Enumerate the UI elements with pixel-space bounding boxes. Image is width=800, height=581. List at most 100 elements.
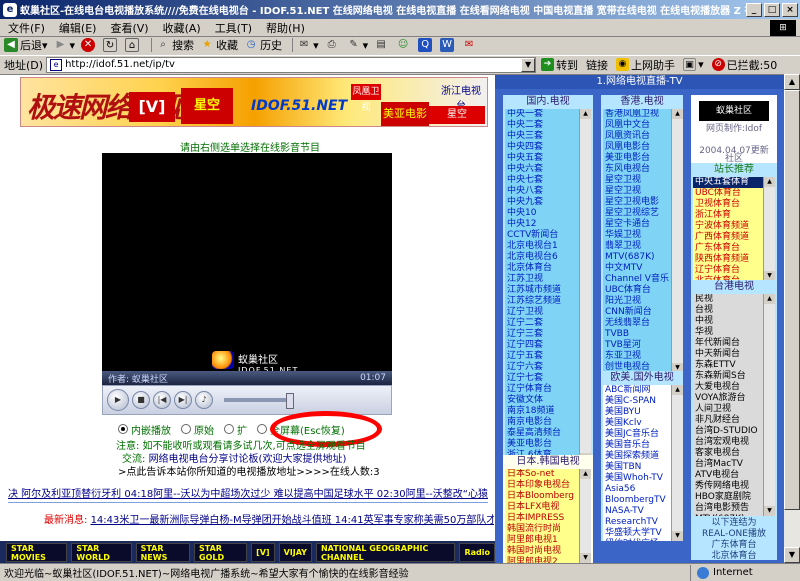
links-button[interactable]: 链接 bbox=[586, 57, 608, 73]
print-button[interactable]: ⎙ bbox=[325, 38, 341, 52]
channel-item[interactable]: 无线翡翠台 bbox=[603, 318, 671, 329]
channel-item[interactable]: MTV(687K) bbox=[603, 252, 671, 263]
channel-logo[interactable]: Radio bbox=[459, 543, 495, 562]
channel-logo[interactable]: VIJAY bbox=[278, 543, 312, 562]
channel-item[interactable]: 美国JC音乐台 bbox=[603, 429, 671, 440]
channel-item[interactable]: 北京电视台1 bbox=[505, 241, 579, 252]
hk-tv-list[interactable]: 香港凤凰卫视 凤凰中文台 凤凰资讯台 凤凰电影台 美亚电影台 东风电视台 星空卫视 星空卫视星… bbox=[603, 109, 671, 373]
channel-item[interactable]: 中央五套体育 bbox=[693, 177, 763, 188]
scroll-thumb[interactable] bbox=[784, 90, 800, 510]
channel-logo[interactable]: STAR MOVIES bbox=[6, 543, 68, 562]
history-button[interactable]: ◷ 历史 bbox=[244, 37, 282, 53]
channel-item[interactable]: ABC新闻网 bbox=[603, 385, 671, 396]
menu-favorites[interactable]: 收藏(A) bbox=[163, 20, 201, 36]
channel-item[interactable]: 凤凰资讯台 bbox=[603, 131, 671, 142]
site-logo[interactable]: 蚁巢社区 bbox=[699, 101, 769, 121]
favorites-button[interactable]: ★ 收藏 bbox=[200, 37, 238, 53]
channel-item[interactable]: 辽宁四套 bbox=[505, 340, 579, 351]
stop-playback-button[interactable]: ■ bbox=[132, 391, 150, 409]
channel-item[interactable]: 台湾电影预告 bbox=[693, 503, 763, 514]
channel-item[interactable]: 日本Bloomberg bbox=[505, 491, 579, 502]
japan-korea-tv-list[interactable]: 日本So-net 日本印象电视台 日本Bloomberg 日本LFX电视 日本IMPRE… bbox=[505, 469, 579, 563]
recommend-list[interactable]: 中央五套体育 UBC体育台 卫视体育台 浙江体育 宁波体育频道 广西体育频道 广东体育台 陕西… bbox=[693, 177, 763, 281]
channel-item[interactable]: 人间卫视 bbox=[693, 404, 763, 415]
channel-item[interactable]: 阿里郎电视1 bbox=[505, 535, 579, 546]
channel-item[interactable]: 日本So-net bbox=[505, 469, 579, 480]
page-scrollbar[interactable]: ▲ ▼ bbox=[784, 74, 800, 563]
japan-korea-tv-scrollbar[interactable] bbox=[579, 469, 591, 563]
channel-item[interactable]: VOYA旅游台 bbox=[693, 393, 763, 404]
channel-item[interactable]: 台湾宏观电视 bbox=[693, 437, 763, 448]
word-button[interactable]: W bbox=[440, 38, 456, 52]
channel-item[interactable]: 中央六套 bbox=[505, 164, 579, 175]
channel-item[interactable]: 东森ETTV bbox=[693, 360, 763, 371]
channel-item[interactable]: Asia56 bbox=[603, 484, 671, 495]
channel-item[interactable]: 凤凰电影台 bbox=[603, 142, 671, 153]
china-tv-scrollbar[interactable] bbox=[579, 109, 591, 463]
next-button[interactable]: ▶| bbox=[174, 391, 192, 409]
channel-item[interactable]: 非凡财经台 bbox=[693, 415, 763, 426]
channel-item[interactable]: 宁波体育频道 bbox=[693, 221, 763, 232]
channel-item[interactable]: UBC体育台 bbox=[603, 285, 671, 296]
channel-item[interactable]: 中央二套 bbox=[505, 120, 579, 131]
scroll-up-button[interactable]: ▲ bbox=[784, 74, 800, 90]
channel-item[interactable]: 星空卫视 bbox=[603, 175, 671, 186]
report-link[interactable]: >点此告诉本站你所知道的电视播放地址>>>>在线人数:3 bbox=[118, 463, 398, 478]
channel-item[interactable]: 广西体育频道 bbox=[693, 232, 763, 243]
minimize-button[interactable]: _ bbox=[746, 2, 762, 17]
channel-item[interactable]: 江苏综艺频道 bbox=[505, 296, 579, 307]
recommend-scrollbar[interactable] bbox=[763, 177, 775, 281]
channel-item[interactable]: HBO家庭剧院 bbox=[693, 492, 763, 503]
channel-item[interactable]: 客家电视台 bbox=[693, 448, 763, 459]
channel-item[interactable]: 南京电影台 bbox=[505, 417, 579, 428]
channel-item[interactable]: 台湾MacTV bbox=[693, 459, 763, 470]
channel-item[interactable]: 卫视体育台 bbox=[693, 199, 763, 210]
channel-item[interactable]: BloombergTV bbox=[603, 495, 671, 506]
channel-item[interactable]: 阳光卫视 bbox=[603, 296, 671, 307]
previous-button[interactable]: |◀ bbox=[153, 391, 171, 409]
ticker-link[interactable]: 14:43米卫一最新洲际导弹白杨-M导弹团开始战斗值班 14:41英军事专家称美… bbox=[91, 515, 494, 526]
channel-item[interactable]: 美国C-SPAN bbox=[603, 396, 671, 407]
channel-item[interactable]: Channel V音乐 bbox=[603, 274, 671, 285]
channel-logo[interactable]: STAR GOLD bbox=[194, 543, 248, 562]
channel-item[interactable]: 星空卫视电影 bbox=[603, 197, 671, 208]
channel-item[interactable]: 东风电视台 bbox=[603, 164, 671, 175]
scroll-down-button[interactable]: ▼ bbox=[784, 547, 800, 563]
channel-item[interactable]: 美国Whoh-TV bbox=[603, 473, 671, 484]
channel-item[interactable]: 美国Kclv bbox=[603, 418, 671, 429]
channel-item[interactable]: 辽宁卫视 bbox=[505, 307, 579, 318]
channel-item[interactable]: 中央三套 bbox=[505, 131, 579, 142]
helper-options-button[interactable]: ▣ ▾ bbox=[683, 58, 704, 71]
channel-item[interactable]: 辽宁体育台 bbox=[505, 384, 579, 395]
channel-item[interactable]: 民视 bbox=[693, 294, 763, 305]
menu-file[interactable]: 文件(F) bbox=[8, 20, 45, 36]
mail-alt-button[interactable]: ✉ bbox=[462, 38, 478, 52]
channel-item[interactable]: 日本IMPRESS bbox=[505, 513, 579, 524]
channel-item[interactable]: 中央一套 bbox=[505, 109, 579, 120]
ticker-link[interactable]: 决 阿尔及利亚顶替衍牙利 04:18阿里--沃以为中超场次过少 难以提高中国足球… bbox=[8, 489, 488, 500]
channel-item[interactable]: 中央四套 bbox=[505, 142, 579, 153]
channel-item[interactable]: 美亚电影台 bbox=[505, 439, 579, 450]
channel-item[interactable]: 辽宁二套 bbox=[505, 318, 579, 329]
channel-item[interactable]: MTV(687K) bbox=[693, 514, 763, 516]
channel-item[interactable]: 辽宁五套 bbox=[505, 351, 579, 362]
channel-item[interactable]: 中视 bbox=[693, 316, 763, 327]
channel-item[interactable]: 中央12 bbox=[505, 219, 579, 230]
popup-blocker-button[interactable]: ⊘ 已拦截:50 bbox=[711, 57, 777, 73]
go-button[interactable]: ➔ 转到 bbox=[541, 57, 578, 73]
taiwan-tv-list[interactable]: 民视 台视 中视 华视 年代新闻台 中天新闻台 东森ETTV 东森新闻S台 大爱电视台 VOYA旅… bbox=[693, 294, 763, 516]
channel-item[interactable]: 香港凤凰卫视 bbox=[603, 109, 671, 120]
back-button[interactable]: ◀ 后退 ▾ bbox=[4, 37, 48, 53]
china-tv-list[interactable]: 中央一套 中央二套 中央三套 中央四套 中央五套 中央六套 中央七套 中央八套 中央九套 中央10… bbox=[505, 109, 579, 463]
channel-item[interactable]: 日本印象电视台 bbox=[505, 480, 579, 491]
channel-item[interactable]: 华盛顿大学TV bbox=[603, 528, 671, 539]
channel-item[interactable]: 美国音乐台 bbox=[603, 440, 671, 451]
channel-item[interactable]: NASA-TV bbox=[603, 506, 671, 517]
channel-logo[interactable]: [V] bbox=[251, 543, 275, 562]
channel-item[interactable]: 中央九套 bbox=[505, 197, 579, 208]
qq-button[interactable]: Q bbox=[418, 38, 434, 52]
channel-item[interactable]: 辽宁七套 bbox=[505, 373, 579, 384]
world-tv-scrollbar[interactable] bbox=[671, 385, 683, 541]
channel-item[interactable]: 日本LFX电视 bbox=[505, 502, 579, 513]
stop-button[interactable]: ✕ bbox=[81, 38, 97, 52]
